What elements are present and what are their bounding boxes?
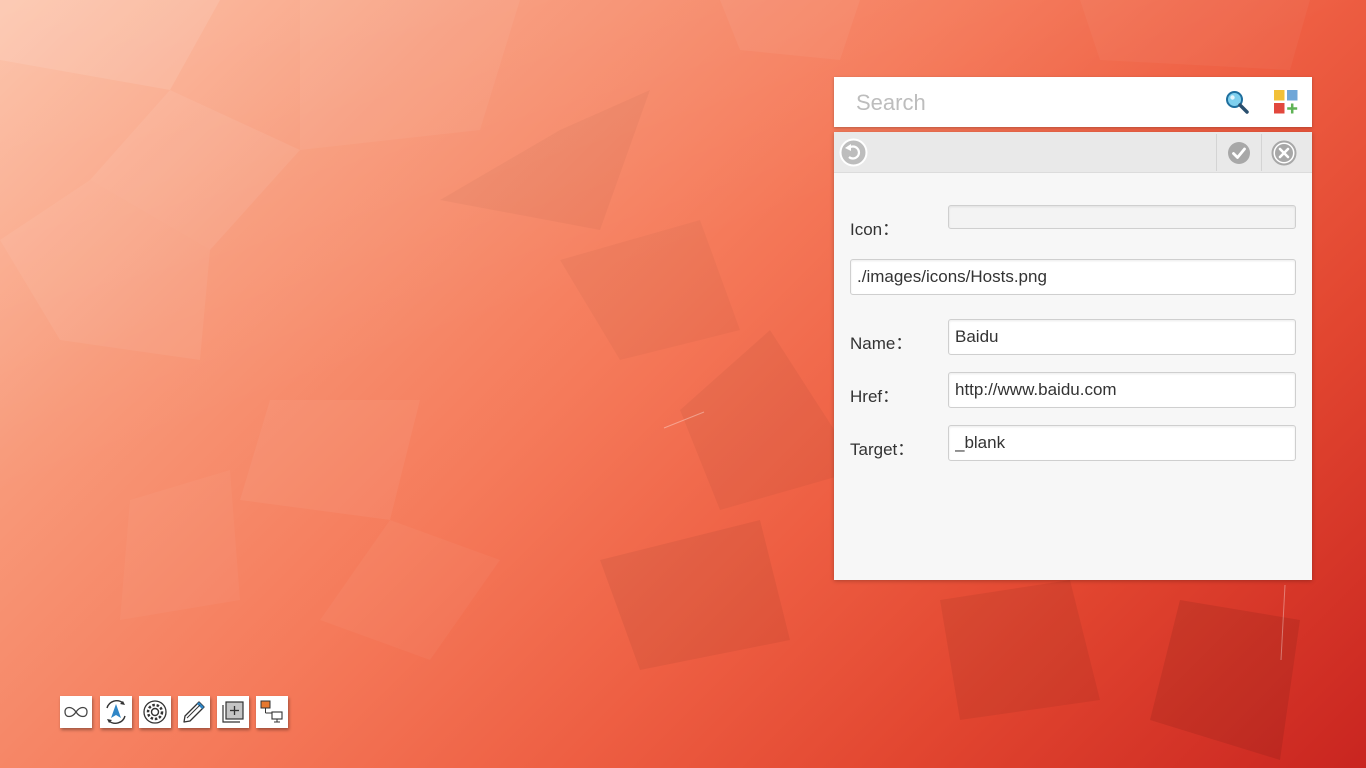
search-icon[interactable]: [1224, 89, 1250, 115]
add-window-icon: [222, 701, 244, 723]
network-display-icon: [260, 700, 283, 723]
check-icon: [1228, 141, 1250, 164]
confirm-button[interactable]: [1216, 134, 1261, 171]
dock-item-add-window[interactable]: [217, 696, 249, 728]
search-input[interactable]: [854, 85, 1218, 121]
href-label: Href：: [850, 387, 900, 406]
search-bar: [834, 77, 1312, 127]
dock-item-network[interactable]: [256, 696, 288, 728]
close-button[interactable]: [1261, 134, 1306, 171]
href-input[interactable]: [948, 372, 1296, 408]
editor-toolbar: [834, 132, 1312, 173]
dock-item-settings[interactable]: [139, 696, 171, 728]
name-label: Name：: [850, 334, 913, 353]
compass-icon: [106, 700, 126, 724]
dock-item-compass[interactable]: [100, 696, 132, 728]
icon-preview-field[interactable]: [948, 205, 1296, 229]
undo-icon[interactable]: [839, 138, 868, 167]
icon-path-input[interactable]: [850, 259, 1296, 295]
dock-item-pencil[interactable]: [178, 696, 210, 728]
add-app-icon[interactable]: [1274, 90, 1298, 114]
name-input[interactable]: [948, 319, 1296, 355]
settings-gear-icon: [143, 700, 167, 724]
close-icon: [1271, 140, 1297, 165]
target-label: Target：: [850, 440, 915, 459]
pencil-icon: [183, 701, 205, 723]
link-editor-panel: Icon： Name： Href： Target：: [834, 132, 1312, 580]
dock-item-infinity[interactable]: [60, 696, 92, 728]
target-input[interactable]: [948, 425, 1296, 461]
icon-label: Icon：: [850, 220, 900, 239]
infinity-icon: [64, 706, 88, 718]
